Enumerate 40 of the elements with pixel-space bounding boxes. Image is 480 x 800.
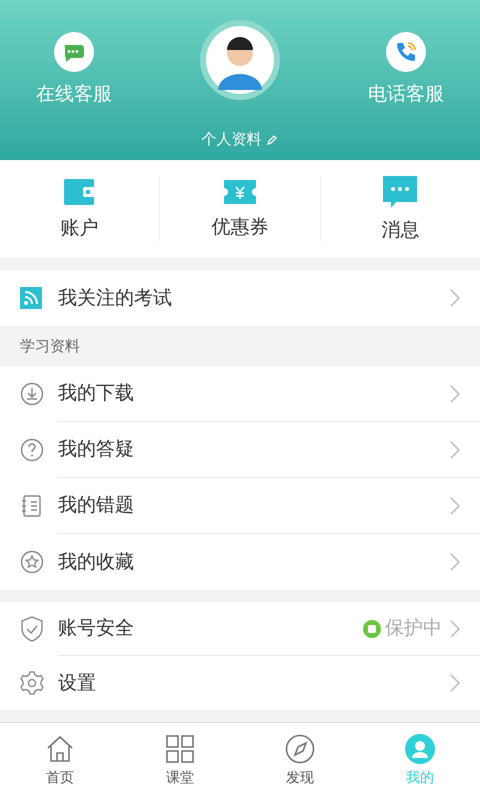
compass-icon <box>285 734 315 764</box>
avatar-icon[interactable] <box>200 20 280 100</box>
shortcut-button[interactable]: 优惠券 <box>203 178 276 240</box>
pencil-icon[interactable] <box>266 134 278 146</box>
shield-icon <box>20 616 44 642</box>
tab-button[interactable]: 发现 <box>240 723 360 800</box>
message-icon <box>382 175 418 209</box>
row-label: 我的下载 <box>58 381 135 406</box>
chevron-right-icon <box>450 496 460 514</box>
chat-bubble-icon[interactable] <box>54 32 94 72</box>
rss-icon <box>20 287 42 309</box>
settings-icon <box>20 671 44 695</box>
chevron-right-icon <box>450 674 460 692</box>
status-text: 保护中 <box>385 616 442 642</box>
row-label: 账号安全 <box>58 616 135 642</box>
home-icon <box>45 734 75 764</box>
shortcut-button[interactable]: 账户 <box>52 177 107 241</box>
ticket-icon <box>222 178 258 206</box>
followed-exams-row[interactable]: 我关注的考试 <box>0 270 480 326</box>
row-label: 设置 <box>58 670 97 696</box>
row-label: 我关注的考试 <box>58 286 173 311</box>
user-icon <box>405 734 435 764</box>
chevron-right-icon <box>450 384 460 402</box>
chevron-right-icon <box>450 620 460 638</box>
wallet-icon <box>62 177 97 207</box>
lock-badge-icon <box>363 620 381 638</box>
chevron-right-icon <box>450 440 460 458</box>
phone-icon[interactable] <box>386 32 426 72</box>
download-icon <box>20 382 44 406</box>
chevron-right-icon <box>450 553 460 571</box>
tab-button[interactable]: 课堂 <box>120 723 240 800</box>
shortcut-button[interactable]: 消息 <box>373 175 428 243</box>
question-icon <box>20 438 44 462</box>
section-title: 学习资料 <box>20 336 80 357</box>
tab-button[interactable]: 首页 <box>0 723 120 800</box>
row-label: 我的答疑 <box>58 437 135 462</box>
row-label: 我的收藏 <box>58 550 135 575</box>
chevron-right-icon <box>450 289 460 307</box>
grid-icon <box>165 734 195 764</box>
row-label: 我的错题 <box>58 493 135 518</box>
